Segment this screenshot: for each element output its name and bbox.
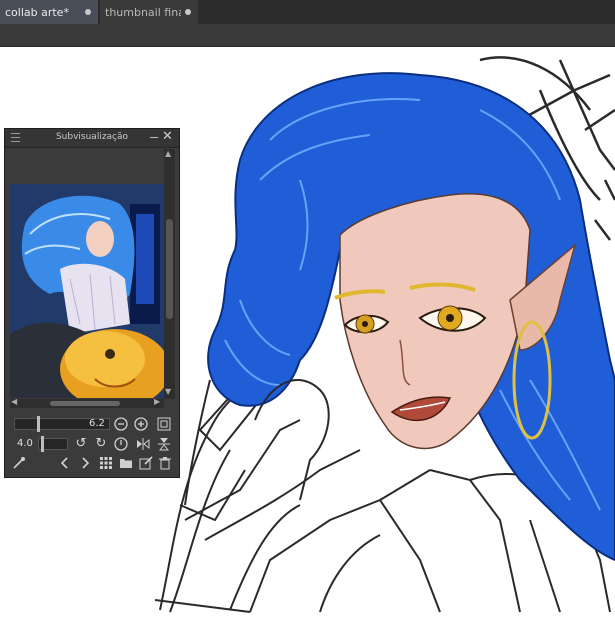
minimize-icon[interactable] [150,137,158,138]
tab-collab-arte[interactable]: collab arte* [0,0,98,24]
scroll-right-icon[interactable]: ▶ [154,397,160,406]
reset-rotation-icon[interactable] [113,436,129,452]
image-grid-icon[interactable] [98,455,114,471]
rotation-slider-knob[interactable] [41,436,44,452]
scroll-thumb[interactable] [166,219,173,319]
zoom-in-icon[interactable] [133,416,149,432]
vertical-scrollbar[interactable]: ▲ ▼ [164,149,175,399]
scroll-down-icon[interactable]: ▼ [165,387,171,396]
tab-thumbnail-finais[interactable]: thumbnail finais [100,0,198,24]
tab-close-dot-icon[interactable] [185,9,191,15]
subview-tools [5,454,179,474]
subview-title-bar[interactable]: Subvisualização ✕ [5,129,179,148]
hand-sketch [254,379,330,501]
document-tab-bar: collab arte* thumbnail finais [0,0,615,24]
zoom-value: 6.2 [89,418,105,429]
flip-vertical-icon[interactable] [156,436,172,452]
zoom-slider-knob[interactable] [37,416,40,432]
tab-label: thumbnail finais [105,5,181,19]
scroll-thumb[interactable] [50,401,120,406]
rotation-slider[interactable] [38,436,68,452]
artwork-thumbnail [10,184,164,398]
next-image-icon[interactable] [77,455,93,471]
scroll-left-icon[interactable]: ◀ [11,397,17,406]
fit-window-icon[interactable] [156,416,172,432]
close-icon[interactable]: ✕ [162,130,173,144]
zoom-controls: 6.2 [5,414,179,434]
eyedropper-icon[interactable] [11,455,27,471]
rotate-right-icon[interactable]: ↻ [93,436,109,452]
zoom-out-icon[interactable] [113,416,129,432]
rotation-controls: 4.0 ↺ ↻ [5,434,179,454]
horizontal-scrollbar[interactable]: ◀ ▶ [10,397,164,408]
edit-image-icon[interactable] [138,455,154,471]
subview-preview-image[interactable] [10,184,164,398]
subview-panel: Subvisualização ✕ ▲ ▼ ◀ ▶ 6.2 4.0 ↺ ↻ [4,128,180,478]
tab-close-dot-icon[interactable] [85,9,91,15]
open-folder-icon[interactable] [118,455,134,471]
rotate-left-icon[interactable]: ↺ [73,436,89,452]
trash-icon[interactable] [157,455,173,471]
scroll-up-icon[interactable]: ▲ [165,149,171,158]
rotation-value: 4.0 [17,438,33,449]
command-bar [0,24,615,47]
flip-horizontal-icon[interactable] [135,436,151,452]
tab-label: collab arte* [5,5,69,19]
previous-image-icon[interactable] [57,455,73,471]
